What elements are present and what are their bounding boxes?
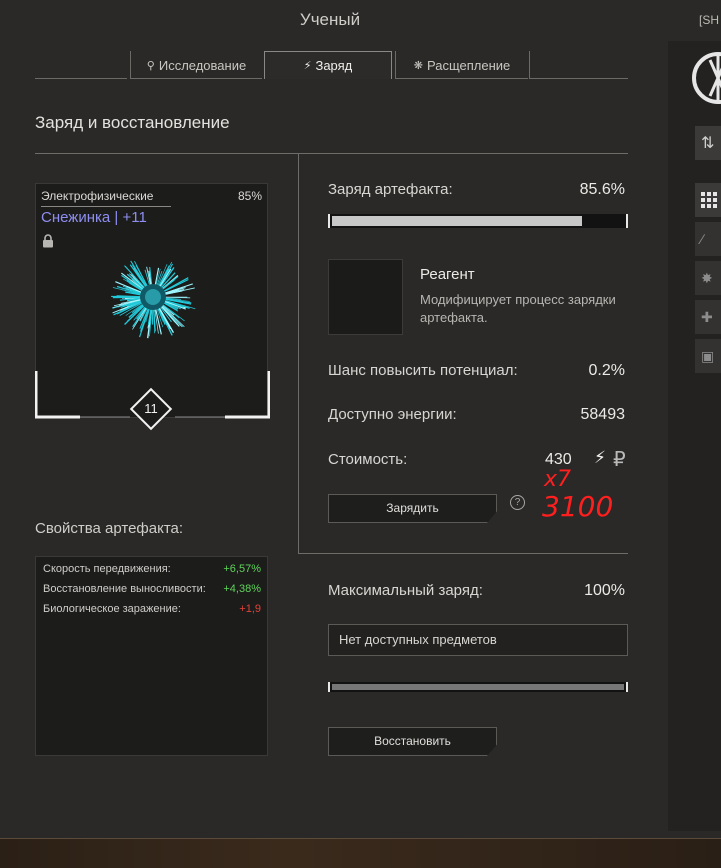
split-icon: ❋ — [413, 59, 423, 72]
reagent-title: Реагент — [420, 266, 475, 283]
artifact-icon: ✸ — [701, 269, 713, 286]
properties-title: Свойства артефакта: — [35, 520, 184, 537]
restore-divider — [298, 553, 628, 554]
artifact-image — [111, 260, 196, 339]
reagent-slot[interactable] — [328, 259, 403, 335]
energy-label: Доступно энергии: — [328, 406, 457, 423]
artifact-category-divider — [41, 206, 171, 207]
grid-icon — [701, 192, 717, 208]
tab-underline — [35, 78, 127, 79]
properties-panel: Скорость передвижения: +6,57% Восстановл… — [35, 556, 268, 756]
section-divider — [35, 153, 628, 154]
tab-underline — [396, 78, 528, 79]
artifact-name: Снежинка | +11 — [41, 209, 147, 226]
tab-bar: ⚲ Исследование ⚡ Заряд ❋ Расщепление — [35, 51, 628, 79]
tab-charge-label: Заряд — [315, 58, 353, 73]
energy-icon: ⚡ — [594, 448, 606, 467]
chance-label: Шанс повысить потенциал: — [328, 362, 518, 379]
handwritten-annotation: x7 3100 — [542, 467, 613, 522]
property-row: Скорость передвижения: +6,57% — [43, 563, 261, 579]
restore-progress-fill — [332, 684, 624, 690]
artifact-spike — [164, 296, 191, 299]
property-label: Восстановление выносливости: — [43, 583, 206, 595]
property-value: +1,9 — [239, 603, 261, 615]
artifact-spike — [153, 308, 156, 328]
cost-label: Стоимость: — [328, 451, 408, 468]
tab-split-label: Расщепление — [426, 57, 511, 73]
artifact-category: Электрофизические — [41, 189, 154, 203]
artifact-glow — [145, 289, 161, 305]
help-icon[interactable]: ? — [510, 495, 525, 510]
search-icon: ⚲ — [146, 59, 155, 72]
bottom-bar — [0, 838, 721, 868]
property-row: Восстановление выносливости: +4,38% — [43, 583, 261, 599]
sort-button[interactable]: ⇅ — [695, 126, 721, 160]
property-value: +6,57% — [223, 563, 261, 575]
artifact-level: 11 — [144, 401, 158, 416]
artifact-filter-button[interactable]: ✸ — [695, 261, 721, 295]
charge-value: 85.6% — [579, 181, 625, 198]
annotation-multiplier: x7 — [543, 467, 571, 492]
restore-button[interactable]: Восстановить — [328, 727, 497, 756]
emblem-icon — [692, 52, 721, 104]
medkit-icon: ✚ — [701, 308, 713, 325]
storage-filter-button[interactable]: ▣ — [695, 339, 721, 373]
tab-research[interactable]: ⚲ Исследование — [131, 51, 262, 79]
lightning-icon: ⚡ — [303, 60, 312, 72]
charge-progress-bar — [328, 214, 628, 228]
max-charge-label: Максимальный заряд: — [328, 582, 483, 599]
restore-progress-bar — [328, 682, 628, 692]
window-title: Ученый — [299, 10, 361, 29]
charge-progress-fill — [332, 216, 582, 226]
charge-label: Заряд артефакта: — [328, 181, 453, 198]
tab-separator — [529, 51, 530, 79]
medkit-filter-button[interactable]: ✚ — [695, 300, 721, 334]
tab-underline — [530, 78, 628, 79]
tab-charge[interactable]: ⚡ Заряд — [264, 51, 392, 79]
restore-item-select[interactable]: Нет доступных предметов — [328, 624, 628, 656]
charge-button[interactable]: Зарядить — [328, 494, 497, 523]
energy-value: 58493 — [580, 406, 626, 423]
lock-icon — [43, 234, 53, 248]
annotation-total: 3100 — [542, 490, 613, 522]
grid-view-button[interactable] — [695, 183, 721, 217]
tab-split[interactable]: ❋ Расщепление — [396, 51, 528, 79]
reagent-description: Модифицирует процесс зарядки артефакта. — [420, 292, 616, 325]
rifle-icon: ∕ — [701, 231, 704, 247]
property-label: Скорость передвижения: — [43, 563, 171, 575]
artifact-percent: 85% — [237, 189, 262, 203]
artifact-card[interactable]: Электрофизические 85% Снежинка | +11 11 — [35, 183, 270, 431]
sort-icon: ⇅ — [701, 135, 715, 152]
artifact-spike — [116, 295, 143, 298]
tab-research-label: Исследование — [158, 57, 247, 73]
property-value: +4,38% — [223, 583, 261, 595]
column-divider — [298, 153, 299, 553]
section-title: Заряд и восстановление — [35, 113, 230, 132]
corner-tag: [SH — [699, 13, 720, 27]
box-icon: ▣ — [701, 347, 715, 364]
property-label: Биологическое заражение: — [43, 603, 181, 615]
weapon-filter-button[interactable]: ∕ — [695, 222, 721, 256]
max-charge-value: 100% — [584, 582, 625, 599]
chance-value: 0.2% — [588, 362, 625, 379]
property-row: Биологическое заражение: +1,9 — [43, 603, 261, 619]
tab-underline — [131, 78, 262, 79]
